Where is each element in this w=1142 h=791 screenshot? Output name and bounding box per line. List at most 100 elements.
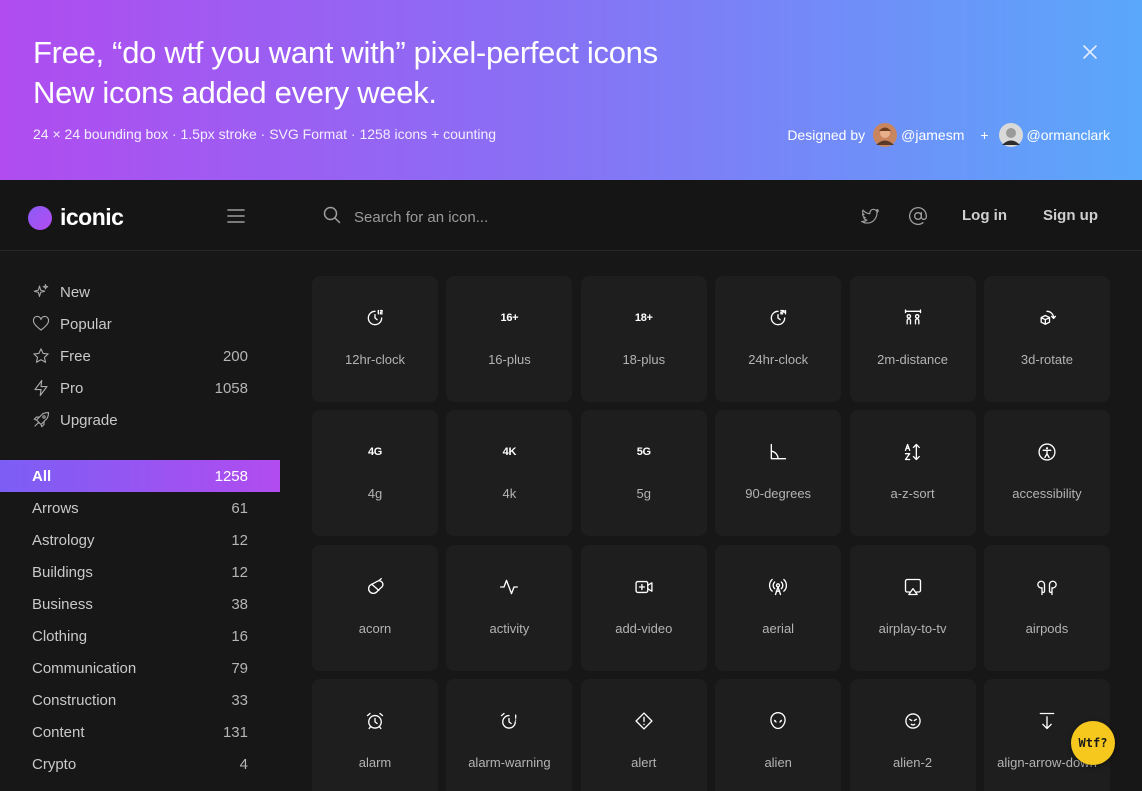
4g-icon: 4G [364, 441, 386, 463]
sidebar-item-count: 1058 [214, 379, 248, 397]
category-count: 61 [231, 499, 248, 517]
at-sign-icon[interactable] [908, 206, 928, 226]
signup-button[interactable]: Sign up [1043, 207, 1098, 224]
aerial-icon [767, 576, 789, 598]
banner-title-line2: New icons added every week. [33, 75, 437, 110]
icon-card-90-degrees[interactable]: 90-degrees [715, 410, 842, 537]
icon-grid: 12hr-clock 16+ 16-plus 18+ 18-plus 24hr-clock… [312, 276, 1112, 791]
banner-specs: 24 × 24 bounding box · 1.5px stroke · SV… [33, 126, 497, 142]
sidebar-item-label: Free [60, 347, 91, 365]
icon-card-16-plus[interactable]: 16+ 16-plus [446, 276, 573, 402]
category-content[interactable]: Content 131 [0, 716, 280, 748]
icon-card-activity[interactable]: activity [446, 544, 573, 671]
icon-card-18-plus[interactable]: 18+ 18-plus [580, 276, 707, 402]
star-icon [32, 347, 50, 365]
icon-card-aerial[interactable]: aerial [715, 544, 842, 671]
heart-icon [32, 315, 50, 333]
add-video-icon [633, 576, 655, 598]
search-input[interactable] [354, 209, 754, 226]
icon-card-label: alarm [358, 755, 392, 771]
2m-distance-icon [902, 307, 924, 329]
icon-card-4k[interactable]: 4K 4k [446, 410, 573, 537]
icon-card-label: activity [489, 620, 530, 636]
designer-link-ormanclark[interactable]: @ormanclark [1027, 127, 1110, 143]
icon-card-label: 90-degrees [745, 486, 812, 502]
category-label: Buildings [32, 563, 93, 581]
category-buildings[interactable]: Buildings 12 [0, 556, 280, 588]
category-count: 12 [231, 531, 248, 549]
airplay-to-tv-icon [902, 576, 924, 598]
icon-card-12hr-clock[interactable]: 12hr-clock [312, 276, 438, 402]
icon-card-alien[interactable]: alien [715, 679, 842, 791]
designer-link-jamesm[interactable]: @jamesm [901, 127, 964, 143]
accessibility-icon [1036, 441, 1058, 463]
sidebar-item-upgrade[interactable]: Upgrade [32, 408, 248, 432]
16-plus-icon: 16+ [498, 307, 520, 329]
icon-card-a-z-sort[interactable]: a-z-sort [849, 410, 976, 537]
icon-card-label: 3d-rotate [1020, 352, 1073, 367]
sidebar-item-new[interactable]: New [32, 280, 248, 304]
sidebar-item-label: Upgrade [60, 411, 118, 429]
wtf-help-button[interactable]: Wtf? [1071, 721, 1115, 765]
hamburger-menu-icon[interactable] [226, 206, 246, 226]
a-z-sort-icon [902, 441, 924, 463]
icon-card-3d-rotate[interactable]: 3d-rotate [983, 276, 1110, 402]
icon-card-alarm-warning[interactable]: alarm-warning [446, 679, 573, 791]
sparkles-icon [32, 283, 50, 301]
category-count: 38 [231, 595, 248, 613]
category-count: 12 [231, 563, 248, 581]
icon-card-4g[interactable]: 4G 4g [312, 410, 438, 537]
category-business[interactable]: Business 38 [0, 588, 280, 620]
category-label: Business [32, 595, 93, 613]
twitter-icon[interactable] [860, 206, 880, 226]
sidebar-item-pro[interactable]: Pro 1058 [32, 376, 248, 400]
align-arrow-down-icon [1036, 710, 1058, 732]
icon-card-label: 5g [636, 486, 652, 502]
icon-glyph-text: 4K [502, 446, 517, 459]
lightning-icon [32, 379, 50, 397]
close-icon[interactable] [1080, 42, 1100, 62]
icon-card-2m-distance[interactable]: 2m-distance [849, 276, 976, 402]
icon-card-accessibility[interactable]: accessibility [983, 410, 1110, 537]
icon-card-alarm[interactable]: alarm [312, 679, 438, 791]
banner-title: Free, “do wtf you want with” pixel-perfe… [33, 33, 658, 113]
icon-card-24hr-clock[interactable]: 24hr-clock [715, 276, 842, 402]
logo[interactable]: iconic [28, 204, 124, 231]
icon-card-add-video[interactable]: add-video [580, 544, 707, 671]
category-count: 4 [239, 755, 248, 773]
icon-glyph-text: 5G [636, 446, 651, 459]
category-count: 131 [222, 723, 248, 741]
18-plus-icon: 18+ [633, 307, 655, 329]
icon-card-label: accessibility [1012, 486, 1082, 502]
category-crypto[interactable]: Crypto 4 [0, 748, 280, 780]
icon-card-label: 24hr-clock [748, 352, 809, 367]
icon-card-airplay-to-tv[interactable]: airplay-to-tv [849, 544, 976, 671]
4k-icon: 4K [498, 441, 520, 463]
category-all[interactable]: All 1258 [0, 460, 280, 492]
logo-mark [28, 205, 52, 230]
icon-card-alert[interactable]: alert [580, 679, 707, 791]
rocket-icon [32, 411, 50, 429]
icon-card-alien-2[interactable]: alien-2 [849, 679, 976, 791]
top-navigation-bar: iconic Log in Sign up [0, 180, 1142, 251]
category-label: Construction [32, 691, 117, 709]
icon-card-label: alarm-warning [468, 755, 551, 771]
icon-card-label: 18-plus [622, 352, 666, 367]
category-clothing[interactable]: Clothing 16 [0, 620, 280, 652]
icon-card-airpods[interactable]: airpods [983, 544, 1110, 671]
category-construction[interactable]: Construction 33 [0, 684, 280, 716]
sidebar-item-popular[interactable]: Popular [32, 312, 248, 336]
banner-title-line1: Free, “do wtf you want with” pixel-perfe… [33, 35, 658, 70]
icon-glyph-text: 4G [367, 446, 383, 459]
category-astrology[interactable]: Astrology 12 [0, 524, 280, 556]
icon-card-5g[interactable]: 5G 5g [580, 410, 707, 537]
search-bar[interactable] [322, 205, 802, 230]
icon-card-label: aerial [762, 620, 795, 636]
sidebar-item-free[interactable]: Free 200 [32, 344, 248, 368]
icon-card-label: airpods [1025, 620, 1069, 636]
category-arrows[interactable]: Arrows 61 [0, 492, 280, 524]
category-communication[interactable]: Communication 79 [0, 652, 280, 684]
icon-card-label: a-z-sort [890, 486, 935, 502]
login-button[interactable]: Log in [962, 207, 1007, 224]
icon-card-acorn[interactable]: acorn [312, 544, 438, 671]
